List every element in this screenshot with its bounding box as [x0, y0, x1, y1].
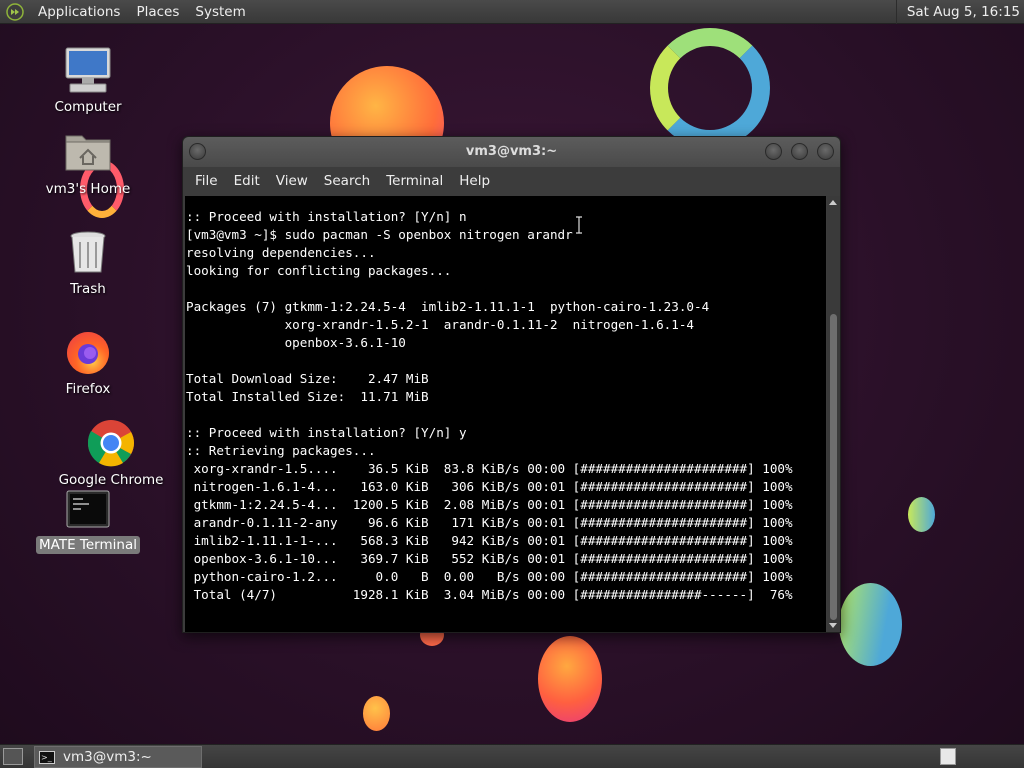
- wallpaper-orange-egg: [538, 636, 602, 722]
- terminal-window[interactable]: vm3@vm3:~ File Edit View Search Terminal…: [182, 136, 841, 633]
- terminal-line: :: Proceed with installation? [Y/n] n: [186, 209, 467, 224]
- terminal-task-icon: >_: [39, 750, 55, 764]
- top-panel: Applications Places System Sat Aug 5, 16…: [0, 0, 1024, 24]
- terminal-line: nitrogen-1.6.1-4... 163.0 KiB 306 KiB/s …: [186, 479, 793, 494]
- mate-logo-icon[interactable]: [6, 2, 24, 21]
- firefox-icon: [64, 328, 112, 376]
- desktop-icon-chrome[interactable]: Google Chrome: [51, 419, 171, 489]
- text-cursor-icon: [576, 216, 582, 234]
- terminal-line: Packages (7) gtkmm-1:2.24.5-4 imlib2-1.1…: [186, 299, 710, 314]
- menu-help[interactable]: Help: [451, 173, 498, 189]
- minimize-button[interactable]: [765, 143, 782, 160]
- desktop-icon-home[interactable]: vm3's Home: [28, 128, 148, 198]
- system-menu[interactable]: System: [187, 0, 253, 24]
- applications-menu[interactable]: Applications: [30, 0, 128, 24]
- scroll-up-icon[interactable]: [829, 200, 837, 205]
- workspace-switcher[interactable]: [940, 748, 956, 765]
- menu-search[interactable]: Search: [316, 173, 378, 189]
- terminal-line: arandr-0.1.11-2-any 96.6 KiB 171 KiB/s 0…: [186, 515, 793, 530]
- maximize-button[interactable]: [791, 143, 808, 160]
- places-menu[interactable]: Places: [128, 0, 187, 24]
- desktop-icon-label: Trash: [70, 281, 106, 297]
- scroll-down-icon[interactable]: [829, 623, 837, 628]
- window-titlebar[interactable]: vm3@vm3:~: [183, 137, 840, 167]
- trash-icon: [64, 228, 112, 276]
- wallpaper-small-orange: [363, 696, 390, 731]
- window-title: vm3@vm3:~: [465, 144, 558, 159]
- window-menu-icon[interactable]: [189, 143, 206, 160]
- terminal-line: imlib2-1.11.1-1-... 568.3 KiB 942 KiB/s …: [186, 533, 793, 548]
- terminal-line: Total Installed Size: 11.71 MiB: [186, 389, 429, 404]
- taskbar-button-terminal[interactable]: >_ vm3@vm3:~: [34, 746, 202, 768]
- terminal-menubar: File Edit View Search Terminal Help: [183, 167, 840, 195]
- terminal-line: python-cairo-1.2... 0.0 B 0.00 B/s 00:00…: [186, 569, 793, 584]
- terminal-line: xorg-xrandr-1.5.2-1 arandr-0.1.11-2 nitr…: [186, 317, 694, 332]
- desktop-icon-label: Computer: [54, 99, 122, 115]
- home-folder-icon: [64, 128, 112, 176]
- desktop-icon-computer[interactable]: Computer: [28, 46, 148, 116]
- terminal-line: Total (4/7) 1928.1 KiB 3.04 MiB/s 00:00 …: [186, 587, 793, 602]
- desktop-icon-label: MATE Terminal: [36, 536, 140, 554]
- terminal-line: openbox-3.6.1-10... 369.7 KiB 552 KiB/s …: [186, 551, 793, 566]
- terminal-line: resolving dependencies...: [186, 245, 376, 260]
- menu-terminal[interactable]: Terminal: [378, 173, 451, 189]
- wallpaper-ring: [650, 28, 770, 148]
- terminal-output[interactable]: :: Proceed with installation? [Y/n] n[vm…: [185, 196, 826, 632]
- wallpaper-green-blob: [839, 583, 902, 666]
- desktop-icon-label: Firefox: [65, 381, 111, 397]
- terminal-icon: [64, 490, 112, 532]
- bottom-panel: >_ vm3@vm3:~: [0, 744, 1024, 768]
- terminal-line: :: Retrieving packages...: [186, 443, 376, 458]
- terminal-line: Total Download Size: 2.47 MiB: [186, 371, 429, 386]
- terminal-line: openbox-3.6.1-10: [186, 335, 406, 350]
- desktop-icon-label: vm3's Home: [45, 181, 131, 197]
- close-button[interactable]: [817, 143, 834, 160]
- desktop-icon-terminal[interactable]: MATE Terminal: [28, 490, 148, 554]
- desktop-icon-firefox[interactable]: Firefox: [28, 328, 148, 398]
- terminal-scrollbar[interactable]: [827, 196, 840, 632]
- terminal-line: [vm3@vm3 ~]$ sudo pacman -S openbox nitr…: [186, 227, 573, 242]
- terminal-line: looking for conflicting packages...: [186, 263, 452, 278]
- menu-edit[interactable]: Edit: [226, 173, 268, 189]
- desktop-icon-trash[interactable]: Trash: [28, 228, 148, 298]
- scrollbar-thumb[interactable]: [830, 314, 837, 620]
- computer-icon: [64, 46, 112, 94]
- chrome-icon: [87, 419, 135, 467]
- menu-view[interactable]: View: [268, 173, 316, 189]
- terminal-line: :: Proceed with installation? [Y/n] y: [186, 425, 467, 440]
- terminal-line: xorg-xrandr-1.5.... 36.5 KiB 83.8 KiB/s …: [186, 461, 793, 476]
- terminal-line: gtkmm-1:2.24.5-4... 1200.5 KiB 2.08 MiB/…: [186, 497, 793, 512]
- show-desktop-icon[interactable]: [3, 748, 23, 765]
- taskbar-button-label: vm3@vm3:~: [63, 749, 152, 765]
- menu-file[interactable]: File: [187, 173, 226, 189]
- desktop-icon-label: Google Chrome: [58, 472, 164, 488]
- wallpaper-blue-blob: [908, 497, 935, 532]
- clock[interactable]: Sat Aug 5, 16:15: [895, 0, 1024, 24]
